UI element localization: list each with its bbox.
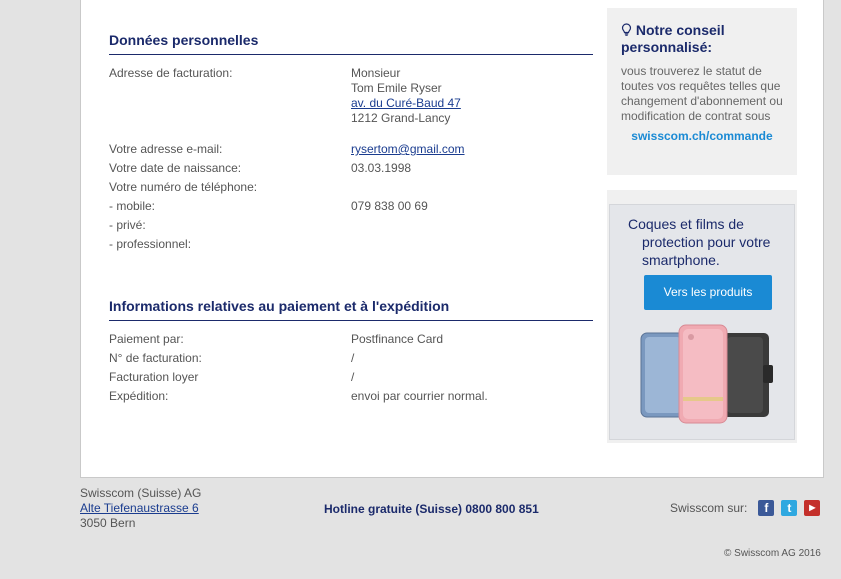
email-row: Votre adresse e-mail: rysertom@gmail.com [109, 141, 593, 157]
email-label: Votre adresse e-mail: [109, 142, 223, 156]
tip-title-line1: Notre conseil [635, 22, 725, 38]
footer-city: 3050 Bern [80, 516, 136, 530]
youtube-icon[interactable]: ▶ [804, 500, 821, 516]
footer-hotline: Hotline gratuite (Suisse) 0800 800 851 [324, 502, 539, 516]
ad-banner[interactable]: Coques et films de protection pour votre… [609, 204, 795, 440]
pro-phone-row: - professionnel: [109, 236, 593, 252]
social-label: Swisscom sur: [670, 501, 748, 515]
tip-title-line2: personnalisé: [621, 39, 713, 55]
footer-company: Swisscom (Suisse) AG [80, 486, 202, 500]
order-status-link[interactable]: swisscom.ch/commande [621, 129, 783, 143]
ad-line1: Coques et films de [628, 216, 744, 232]
payment-method-label: Paiement par: [109, 332, 184, 346]
shipping-row: Expédition: envoi par courrier normal. [109, 388, 593, 404]
billing-address-row: Adresse de facturation: Monsieur [109, 65, 593, 81]
email-link[interactable]: rysertom@gmail.com [351, 141, 465, 157]
dob-label: Votre date de naissance: [109, 161, 242, 175]
payment-method-row: Paiement par: Postfinance Card [109, 331, 593, 347]
pro-phone-label: - professionnel: [109, 237, 192, 251]
payment-heading: Informations relatives au paiement et à … [109, 298, 593, 321]
ad-headline: Coques et films de protection pour votre… [628, 215, 788, 269]
billing-city: 1212 Grand-Lancy [351, 111, 451, 125]
billing-number-row: N° de facturation: / [109, 350, 593, 366]
ad-box: Coques et films de protection pour votre… [607, 190, 797, 443]
billing-name: Tom Emile Ryser [351, 81, 442, 95]
dob-value: 03.03.1998 [351, 161, 412, 175]
tip-text: vous trouverez le statut de toutes vos r… [621, 64, 783, 123]
copyright: © Swisscom AG 2016 [724, 548, 821, 559]
billing-number-label: N° de facturation: [109, 351, 202, 365]
rent-billing-value: / [351, 370, 355, 384]
tip-box: Notre conseil personnalisé: vous trouver… [607, 8, 797, 175]
footer-street-link[interactable]: Alte Tiefenaustrasse 6 [80, 501, 199, 515]
phone-label: Votre numéro de téléphone: [109, 180, 258, 194]
content-panel: Données personnelles Adresse de facturat… [80, 0, 824, 478]
ad-line3: smartphone. [642, 252, 720, 268]
ad-line2: protection pour votre [642, 234, 771, 250]
billing-number-value: / [351, 351, 355, 365]
mobile-value: 079 838 00 69 [351, 199, 428, 213]
payment-method-value: Postfinance Card [351, 332, 444, 346]
private-phone-label: - privé: [109, 218, 146, 232]
mobile-label: - mobile: [109, 199, 156, 213]
billing-salutation: Monsieur [351, 66, 401, 80]
dob-row: Votre date de naissance: 03.03.1998 [109, 160, 593, 176]
phone-cases-image [640, 324, 773, 424]
tip-title: Notre conseil personnalisé: [621, 22, 783, 56]
twitter-icon[interactable]: t [781, 500, 798, 516]
shipping-label: Expédition: [109, 389, 169, 403]
mobile-row: - mobile: 079 838 00 69 [109, 198, 593, 214]
footer: Swisscom (Suisse) AG Alte Tiefenaustrass… [80, 486, 824, 576]
private-phone-row: - privé: [109, 217, 593, 233]
rent-billing-label: Facturation loyer [109, 370, 199, 384]
personal-data-heading: Données personnelles [109, 32, 593, 55]
social-links: Swisscom sur: f t ▶ [670, 500, 821, 516]
rent-billing-row: Facturation loyer / [109, 369, 593, 385]
shipping-value: envoi par courrier normal. [351, 389, 488, 403]
phone-row: Votre numéro de téléphone: [109, 179, 593, 195]
lightbulb-icon [621, 23, 632, 36]
footer-address: Swisscom (Suisse) AG Alte Tiefenaustrass… [80, 486, 201, 531]
facebook-icon[interactable]: f [758, 500, 775, 516]
billing-street-link[interactable]: av. du Curé-Baud 47 [351, 95, 461, 111]
billing-address-label: Adresse de facturation: [109, 66, 233, 80]
ad-products-button[interactable]: Vers les produits [644, 275, 772, 310]
